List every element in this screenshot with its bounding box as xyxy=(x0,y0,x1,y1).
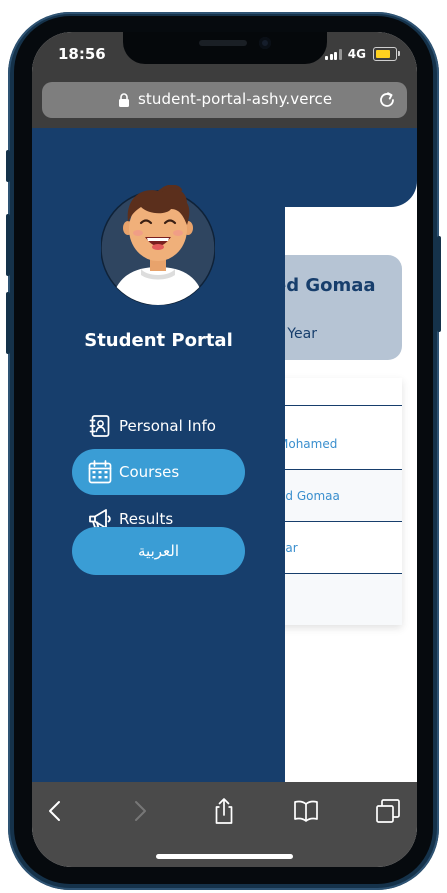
table-row: ear xyxy=(268,522,402,574)
sidebar-drawer: Student Portal Personal Info Courses Res… xyxy=(32,128,285,782)
sidebar-item-personal-info[interactable]: Personal Info xyxy=(72,403,245,449)
info-table: Mohamed ed Gomaa ear xyxy=(268,378,402,625)
reload-icon[interactable] xyxy=(377,90,397,110)
language-toggle-button[interactable]: العربية xyxy=(72,527,245,575)
browser-address-area: student-portal-ashy.verce xyxy=(32,80,417,128)
battery-icon xyxy=(373,47,400,61)
sidebar-item-label: Personal Info xyxy=(119,417,216,435)
sidebar-item-label: Courses xyxy=(119,463,180,481)
signal-icon xyxy=(325,49,342,60)
phone-screen: 18:56 4G student-portal-ashy.verce ed Go… xyxy=(32,32,417,867)
table-row: ed Gomaa xyxy=(268,470,402,522)
bookmarks-icon[interactable] xyxy=(291,796,321,826)
front-camera xyxy=(259,37,271,49)
power-button xyxy=(437,236,441,332)
table-row: Mohamed xyxy=(268,406,402,470)
mute-switch xyxy=(6,150,10,182)
share-icon[interactable] xyxy=(209,796,239,826)
url-text: student-portal-ashy.verce xyxy=(138,90,333,108)
tabs-icon[interactable] xyxy=(373,796,403,826)
forward-icon[interactable] xyxy=(125,796,155,826)
volume-down-button xyxy=(6,292,10,354)
sidebar-item-label: Results xyxy=(119,510,174,528)
address-bar[interactable]: student-portal-ashy.verce xyxy=(42,82,407,118)
avatar xyxy=(101,185,215,305)
status-bar: 18:56 4G xyxy=(32,32,417,80)
status-time: 18:56 xyxy=(58,45,106,63)
network-type: 4G xyxy=(347,47,366,61)
sidebar-item-courses[interactable]: Courses xyxy=(72,449,245,495)
table-cell: ed Gomaa xyxy=(278,489,340,503)
table-cell: Mohamed xyxy=(278,437,338,451)
back-icon[interactable] xyxy=(40,796,70,826)
status-icons: 4G xyxy=(317,47,400,61)
contacts-book-icon xyxy=(89,415,110,437)
lock-icon xyxy=(119,93,129,107)
browser-toolbar xyxy=(32,782,417,867)
calendar-icon xyxy=(88,460,112,484)
student-name: ed Gomaa xyxy=(274,275,376,296)
table-row xyxy=(268,378,402,406)
volume-up-button xyxy=(6,214,10,276)
portal-title: Student Portal xyxy=(84,330,233,351)
notch xyxy=(123,32,327,64)
home-indicator[interactable] xyxy=(156,854,293,859)
speaker-grille xyxy=(199,40,247,46)
table-footer xyxy=(268,574,402,625)
